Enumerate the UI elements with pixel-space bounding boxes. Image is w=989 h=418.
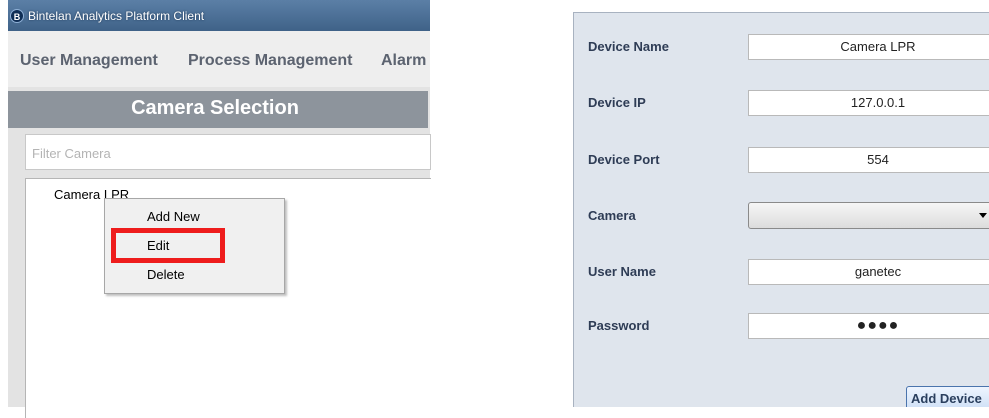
device-port-label: Device Port [588,152,660,167]
menu-process-management[interactable]: Process Management [188,52,353,70]
password-field[interactable]: ●●●● [748,313,989,339]
user-name-field[interactable]: ganetec [748,259,989,285]
context-menu-add-new[interactable]: Add New [147,209,200,224]
title-bar: B Bintelan Analytics Platform Client [8,0,430,31]
camera-selection-title: Camera Selection [131,97,299,119]
menu-user-management[interactable]: User Management [20,52,158,70]
filter-camera-input[interactable] [30,137,424,169]
edit-highlight-box [111,228,225,263]
camera-select[interactable] [748,202,989,229]
dropdown-arrow-icon[interactable] [979,213,987,218]
camera-selection-header: Camera Selection [8,91,428,128]
device-form-panel: Device Name Camera LPR Device IP 127.0.0… [573,12,989,407]
device-port-field[interactable]: 554 [748,147,989,173]
window-title: Bintelan Analytics Platform Client [28,9,205,23]
password-label: Password [588,318,650,333]
device-ip-field[interactable]: 127.0.0.1 [748,90,989,116]
filter-camera-field[interactable] [25,134,431,170]
user-name-label: User Name [588,264,656,279]
menu-alarm[interactable]: Alarm [381,52,426,70]
add-device-button[interactable]: Add Device [906,386,989,407]
menu-bar: User Management Process Management Alarm [8,31,430,87]
device-name-label: Device Name [588,39,669,54]
context-menu-delete[interactable]: Delete [147,267,185,282]
device-ip-label: Device IP [588,95,646,110]
device-name-field[interactable]: Camera LPR [748,34,989,60]
app-logo-icon: B [10,9,24,23]
camera-label: Camera [588,208,636,223]
